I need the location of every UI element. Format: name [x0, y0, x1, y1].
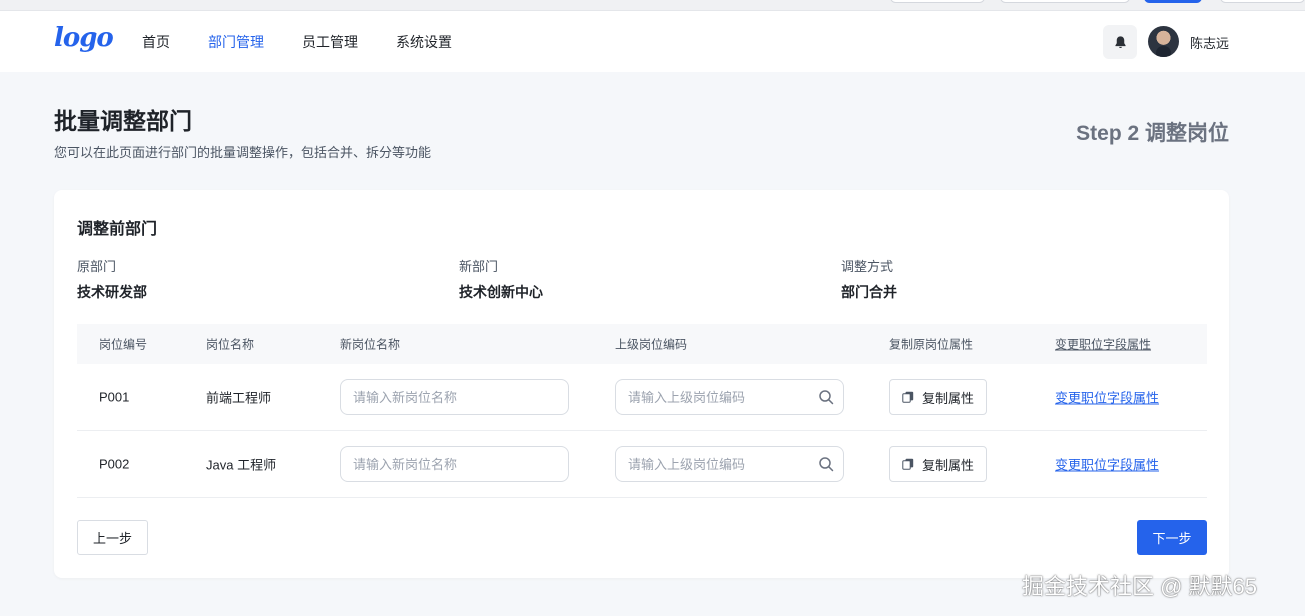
header-new-position-name: 新岗位名称	[340, 337, 401, 352]
user-name[interactable]: 陈志远	[1190, 33, 1229, 52]
copy-attributes-button[interactable]: 复制属性	[889, 379, 987, 415]
table-row: P001 前端工程师 复制属性 变更职位字段属性	[77, 364, 1207, 431]
search-icon[interactable]	[818, 456, 834, 472]
copy-attributes-button[interactable]: 复制属性	[889, 446, 987, 482]
parent-code-input[interactable]	[615, 379, 844, 415]
table-row: P002 Java 工程师 复制属性 变更职位字段属性	[77, 431, 1207, 498]
change-field-link[interactable]: 变更职位字段属性	[1055, 455, 1159, 474]
chrome-button[interactable]	[1000, 0, 1130, 3]
header-change-field-link[interactable]: 变更职位字段属性	[1055, 336, 1151, 353]
copy-icon	[902, 458, 914, 470]
avatar[interactable]	[1148, 26, 1179, 57]
copy-attributes-label: 复制属性	[921, 457, 974, 473]
header-parent-code: 上级岗位编码	[615, 337, 688, 352]
header-position-name: 岗位名称	[206, 337, 255, 352]
nav-item-home[interactable]: 首页	[142, 32, 170, 52]
position-table: 岗位编号 岗位名称 新岗位名称 上级岗位编码 复制原岗位属性 变更职位字段属性 …	[77, 324, 1207, 498]
new-position-name-input[interactable]	[340, 379, 569, 415]
header-copy-attributes: 复制原岗位属性	[889, 337, 974, 352]
chrome-button[interactable]	[890, 0, 985, 3]
search-icon[interactable]	[818, 389, 834, 405]
nav-item-employee[interactable]: 员工管理	[302, 32, 358, 52]
table-header: 岗位编号 岗位名称 新岗位名称 上级岗位编码 复制原岗位属性 变更职位字段属性	[77, 324, 1207, 364]
new-dept-label: 新部门	[459, 259, 499, 274]
bell-icon	[1114, 35, 1126, 48]
page-description: 您可以在此页面进行部门的批量调整操作，包括合并、拆分等功能	[54, 145, 432, 160]
parent-code-input[interactable]	[615, 446, 844, 482]
adjust-method-value: 部门合并	[841, 284, 897, 300]
main-nav: 首页 部门管理 员工管理 系统设置	[142, 11, 490, 72]
page-title: 批量调整部门	[54, 108, 192, 134]
next-step-button[interactable]: 下一步	[1137, 520, 1207, 555]
adjust-card: 调整前部门 原部门 技术研发部 新部门 技术创新中心 调整方式 部门合并 岗位编…	[54, 190, 1229, 578]
original-dept-value: 技术研发部	[77, 284, 147, 300]
chrome-primary-button[interactable]	[1144, 0, 1202, 3]
position-code: P001	[99, 389, 130, 405]
original-dept-label: 原部门	[77, 259, 117, 274]
adjust-method-label: 调整方式	[841, 259, 894, 274]
position-name: 前端工程师	[206, 390, 272, 406]
chrome-button[interactable]	[1220, 0, 1305, 3]
position-code: P002	[99, 456, 130, 472]
change-field-link[interactable]: 变更职位字段属性	[1055, 388, 1159, 407]
browser-chrome-strip	[0, 0, 1305, 11]
header-position-code: 岗位编号	[99, 337, 148, 352]
top-header: logo 首页 部门管理 员工管理 系统设置 陈志远	[0, 11, 1305, 72]
step-indicator: Step 2 调整岗位	[1076, 122, 1229, 145]
nav-item-department[interactable]: 部门管理	[208, 32, 264, 52]
new-dept-value: 技术创新中心	[459, 284, 543, 300]
watermark: 掘金技术社区 @ 默默65	[1022, 574, 1258, 599]
copy-attributes-label: 复制属性	[921, 390, 974, 406]
new-position-name-input[interactable]	[340, 446, 569, 482]
position-name: Java 工程师	[206, 457, 277, 473]
copy-icon	[902, 391, 914, 403]
logo[interactable]: logo	[54, 23, 114, 53]
nav-item-settings[interactable]: 系统设置	[396, 32, 452, 52]
prev-step-button[interactable]: 上一步	[77, 520, 148, 555]
card-title: 调整前部门	[77, 221, 158, 238]
notification-button[interactable]	[1103, 25, 1137, 59]
